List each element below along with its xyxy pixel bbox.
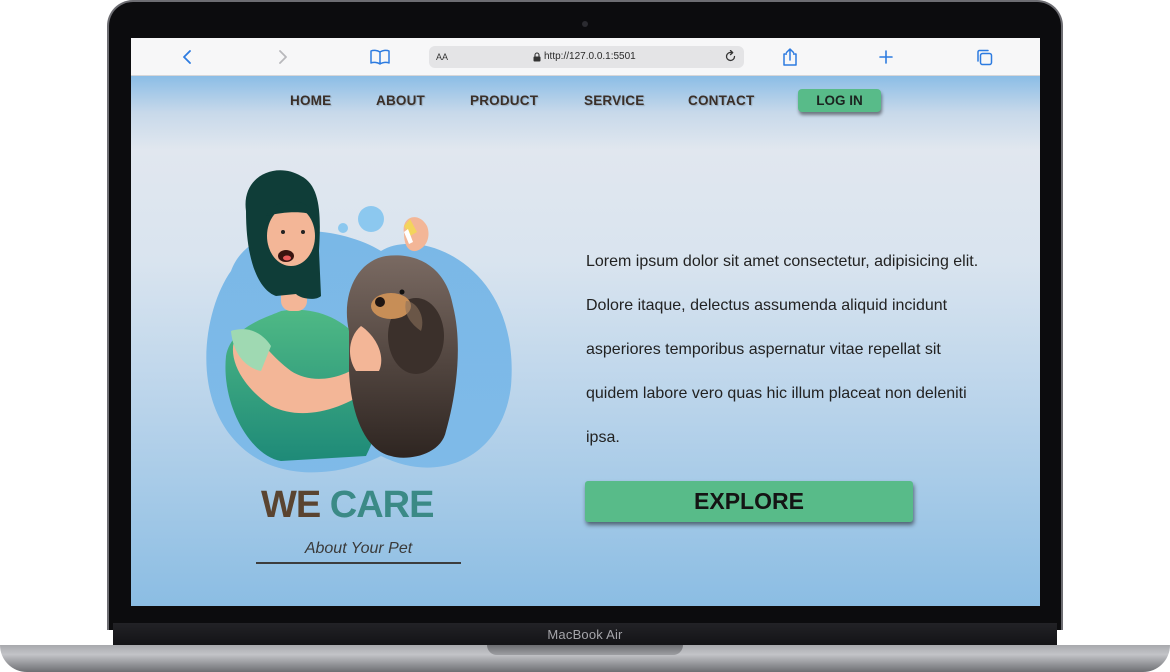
camera-icon xyxy=(582,21,588,27)
nav-item-service[interactable]: SERVICE xyxy=(584,93,644,108)
tabs-icon[interactable] xyxy=(974,47,994,67)
back-icon[interactable] xyxy=(177,47,197,67)
share-icon[interactable] xyxy=(780,47,800,67)
url-text: http://127.0.0.1:5501 xyxy=(544,51,636,62)
heading-subtitle: About Your Pet xyxy=(304,540,413,557)
device-label: MacBook Air xyxy=(547,627,623,642)
login-button[interactable]: LOG IN xyxy=(798,89,881,112)
browser-window: AA http://127.0.0.1:5501 HOME ABOUT PROD… xyxy=(131,38,1040,606)
web-page: HOME ABOUT PRODUCT SERVICE CONTACT LOG I… xyxy=(131,76,1040,606)
book-icon[interactable] xyxy=(370,47,390,67)
hero-paragraph: Lorem ipsum dolor sit amet consectetur, … xyxy=(586,253,979,446)
we-care-heading: WE CARE xyxy=(261,484,435,526)
laptop-notch xyxy=(487,645,683,655)
laptop-mockup: AA http://127.0.0.1:5501 HOME ABOUT PROD… xyxy=(0,0,1170,672)
heading-we: WE xyxy=(261,484,321,526)
subtitle-underline xyxy=(256,562,461,564)
nav-item-home[interactable]: HOME xyxy=(290,93,331,108)
browser-toolbar: AA http://127.0.0.1:5501 xyxy=(131,38,1040,76)
nav-item-contact[interactable]: CONTACT xyxy=(688,93,754,108)
nav-item-about[interactable]: ABOUT xyxy=(376,93,425,108)
pet-care-illustration xyxy=(206,170,512,473)
nav-item-product[interactable]: PRODUCT xyxy=(470,93,538,108)
lock-icon xyxy=(533,51,541,61)
explore-button[interactable]: EXPLORE xyxy=(585,481,913,522)
address-bar[interactable]: AA http://127.0.0.1:5501 xyxy=(429,46,744,68)
plus-icon[interactable] xyxy=(876,47,896,67)
reader-button[interactable]: AA xyxy=(436,52,448,62)
reload-icon[interactable] xyxy=(724,49,737,68)
heading-care: CARE xyxy=(329,484,435,526)
forward-icon[interactable] xyxy=(273,47,293,67)
